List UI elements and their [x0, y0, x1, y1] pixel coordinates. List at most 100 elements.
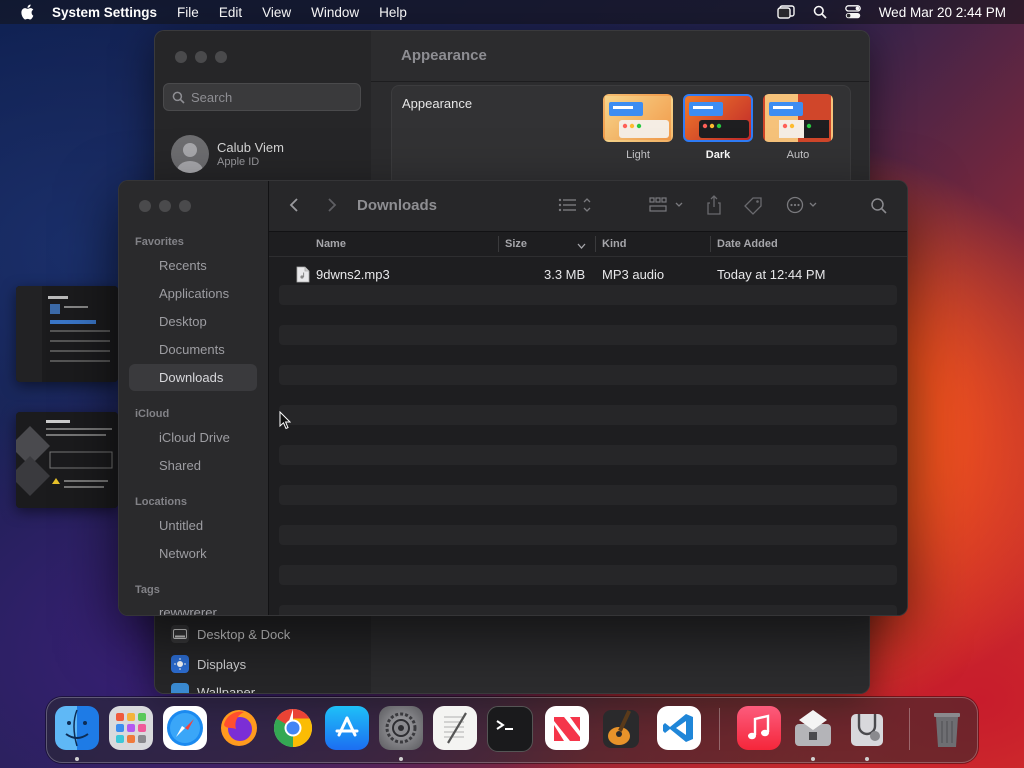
- wallpaper-icon: [171, 683, 189, 693]
- file-date-added: Today at 12:44 PM: [717, 267, 826, 282]
- sidebar-item-desktop[interactable]: Desktop: [159, 314, 207, 329]
- menu-edit[interactable]: Edit: [219, 5, 242, 20]
- back-button[interactable]: [289, 197, 299, 213]
- sidebar-item-label: Desktop & Dock: [197, 626, 291, 642]
- spotlight-search-icon[interactable]: [813, 5, 827, 19]
- sidebar-header-icloud: iCloud: [135, 408, 170, 420]
- minimize-button[interactable]: [195, 51, 207, 63]
- sidebar-item-wallpaper[interactable]: Wallpaper: [171, 683, 256, 694]
- apple-id-account[interactable]: Calub Viem Apple ID: [171, 135, 284, 173]
- sidebar-item-desktop-dock[interactable]: Desktop & Dock: [171, 625, 290, 643]
- sidebar-item-downloads[interactable]: Downloads: [159, 370, 223, 385]
- empty-row: [279, 445, 897, 465]
- page-title: Appearance: [401, 47, 487, 64]
- dock-terminal-icon[interactable]: [487, 706, 533, 752]
- displays-icon: [171, 655, 189, 673]
- zoom-button[interactable]: [179, 200, 191, 212]
- menu-file[interactable]: File: [177, 5, 199, 20]
- dock-trash-icon[interactable]: [925, 706, 969, 750]
- sidebar-item-network[interactable]: Network: [159, 546, 207, 561]
- stage-manager-icon[interactable]: [776, 5, 795, 19]
- settings-search-field[interactable]: Search: [163, 83, 361, 111]
- window-title: Downloads: [357, 197, 438, 214]
- appearance-option-dark[interactable]: Dark: [682, 94, 754, 161]
- sidebar-header-tags: Tags: [135, 584, 160, 596]
- sidebar-item-icloud-drive[interactable]: iCloud Drive: [159, 430, 230, 445]
- sidebar-item-applications[interactable]: Applications: [159, 286, 229, 301]
- table-row[interactable]: 9dwns2.mp3 3.3 MB MP3 audio Today at 12:…: [279, 265, 897, 285]
- menu-view[interactable]: View: [262, 5, 291, 20]
- sidebar-item-recents[interactable]: Recents: [159, 258, 207, 273]
- dock-finder-icon[interactable]: [55, 706, 99, 750]
- finder-content: Downloads Name Size Kind Date Added 9dwn…: [268, 181, 907, 615]
- menu-window[interactable]: Window: [311, 5, 359, 20]
- file-name: 9dwns2.mp3: [316, 267, 390, 282]
- apple-menu-icon[interactable]: [18, 3, 36, 21]
- sidebar-item-label: Wallpaper: [197, 684, 256, 694]
- zoom-button[interactable]: [215, 51, 227, 63]
- appearance-option-auto[interactable]: Auto: [762, 94, 834, 161]
- app-name-menu[interactable]: System Settings: [52, 5, 157, 20]
- appearance-card: Appearance Light Dark Auto: [391, 85, 851, 187]
- light-theme-thumbnail: [603, 94, 673, 142]
- dock-vscode-icon[interactable]: [657, 706, 701, 750]
- sidebar-header-locations: Locations: [135, 496, 187, 508]
- column-header-name[interactable]: Name: [316, 238, 346, 250]
- column-header-size[interactable]: Size: [505, 238, 527, 250]
- column-header-kind[interactable]: Kind: [602, 238, 626, 250]
- stage-manager-thumbnail-2[interactable]: [16, 412, 118, 508]
- finder-sidebar: Favorites Recents Applications Desktop D…: [119, 181, 268, 615]
- dock-system-settings-icon[interactable]: [379, 706, 423, 750]
- stage-manager-thumbnail-1[interactable]: [16, 286, 118, 382]
- appearance-label: Appearance: [402, 96, 473, 111]
- user-name: Calub Viem: [217, 140, 284, 155]
- sidebar-item-documents[interactable]: Documents: [159, 342, 225, 357]
- auto-theme-thumbnail: [763, 94, 833, 142]
- empty-row: [279, 525, 897, 545]
- desktop-dock-icon: [171, 625, 189, 643]
- option-label: Auto: [786, 149, 810, 161]
- share-button[interactable]: [706, 195, 722, 215]
- empty-row: [279, 405, 897, 425]
- close-button[interactable]: [139, 200, 151, 212]
- dock: [46, 697, 978, 763]
- menubar-clock[interactable]: Wed Mar 20 2:44 PM: [879, 5, 1006, 20]
- column-headers: Name Size Kind Date Added: [269, 232, 907, 257]
- minimize-button[interactable]: [159, 200, 171, 212]
- sort-chevron-down-icon: [577, 240, 586, 252]
- empty-row: [279, 485, 897, 505]
- list-view-button[interactable]: [558, 196, 592, 214]
- more-actions-button[interactable]: [786, 196, 820, 214]
- dock-chrome-icon[interactable]: [271, 706, 315, 750]
- tag-icon[interactable]: [743, 196, 763, 216]
- dock-safari-icon[interactable]: [163, 706, 207, 750]
- sidebar-item-tag[interactable]: rewwrerer: [159, 605, 217, 615]
- dock-garageband-icon[interactable]: [599, 706, 643, 750]
- dock-boot-camp-icon[interactable]: [791, 706, 835, 750]
- sidebar-item-shared[interactable]: Shared: [159, 458, 201, 473]
- dock-launchpad-icon[interactable]: [109, 706, 153, 750]
- appearance-option-light[interactable]: Light: [602, 94, 674, 161]
- sidebar-item-label: Displays: [197, 656, 247, 672]
- dock-firefox-icon[interactable]: [217, 706, 261, 750]
- sidebar-item-displays[interactable]: Displays: [171, 655, 246, 673]
- search-icon[interactable]: [870, 197, 888, 215]
- dock-app-store-icon[interactable]: [325, 706, 369, 750]
- menu-help[interactable]: Help: [379, 5, 407, 20]
- close-button[interactable]: [175, 51, 187, 63]
- menu-bar: System Settings File Edit View Window He…: [0, 0, 1024, 24]
- forward-button[interactable]: [327, 197, 337, 213]
- empty-row: [279, 325, 897, 345]
- group-by-button[interactable]: [649, 196, 685, 214]
- document-icon: [296, 266, 310, 286]
- search-placeholder: Search: [191, 89, 233, 105]
- dock-news-icon[interactable]: [545, 706, 589, 750]
- dock-textedit-icon[interactable]: [433, 706, 477, 750]
- dock-music-icon[interactable]: [737, 706, 781, 750]
- column-header-date-added[interactable]: Date Added: [717, 238, 778, 250]
- control-center-icon[interactable]: [844, 5, 861, 19]
- sidebar-item-untitled[interactable]: Untitled: [159, 518, 203, 533]
- finder-window-controls: [139, 200, 191, 212]
- option-label: Dark: [705, 149, 731, 161]
- dock-disk-utility-icon[interactable]: [845, 706, 889, 750]
